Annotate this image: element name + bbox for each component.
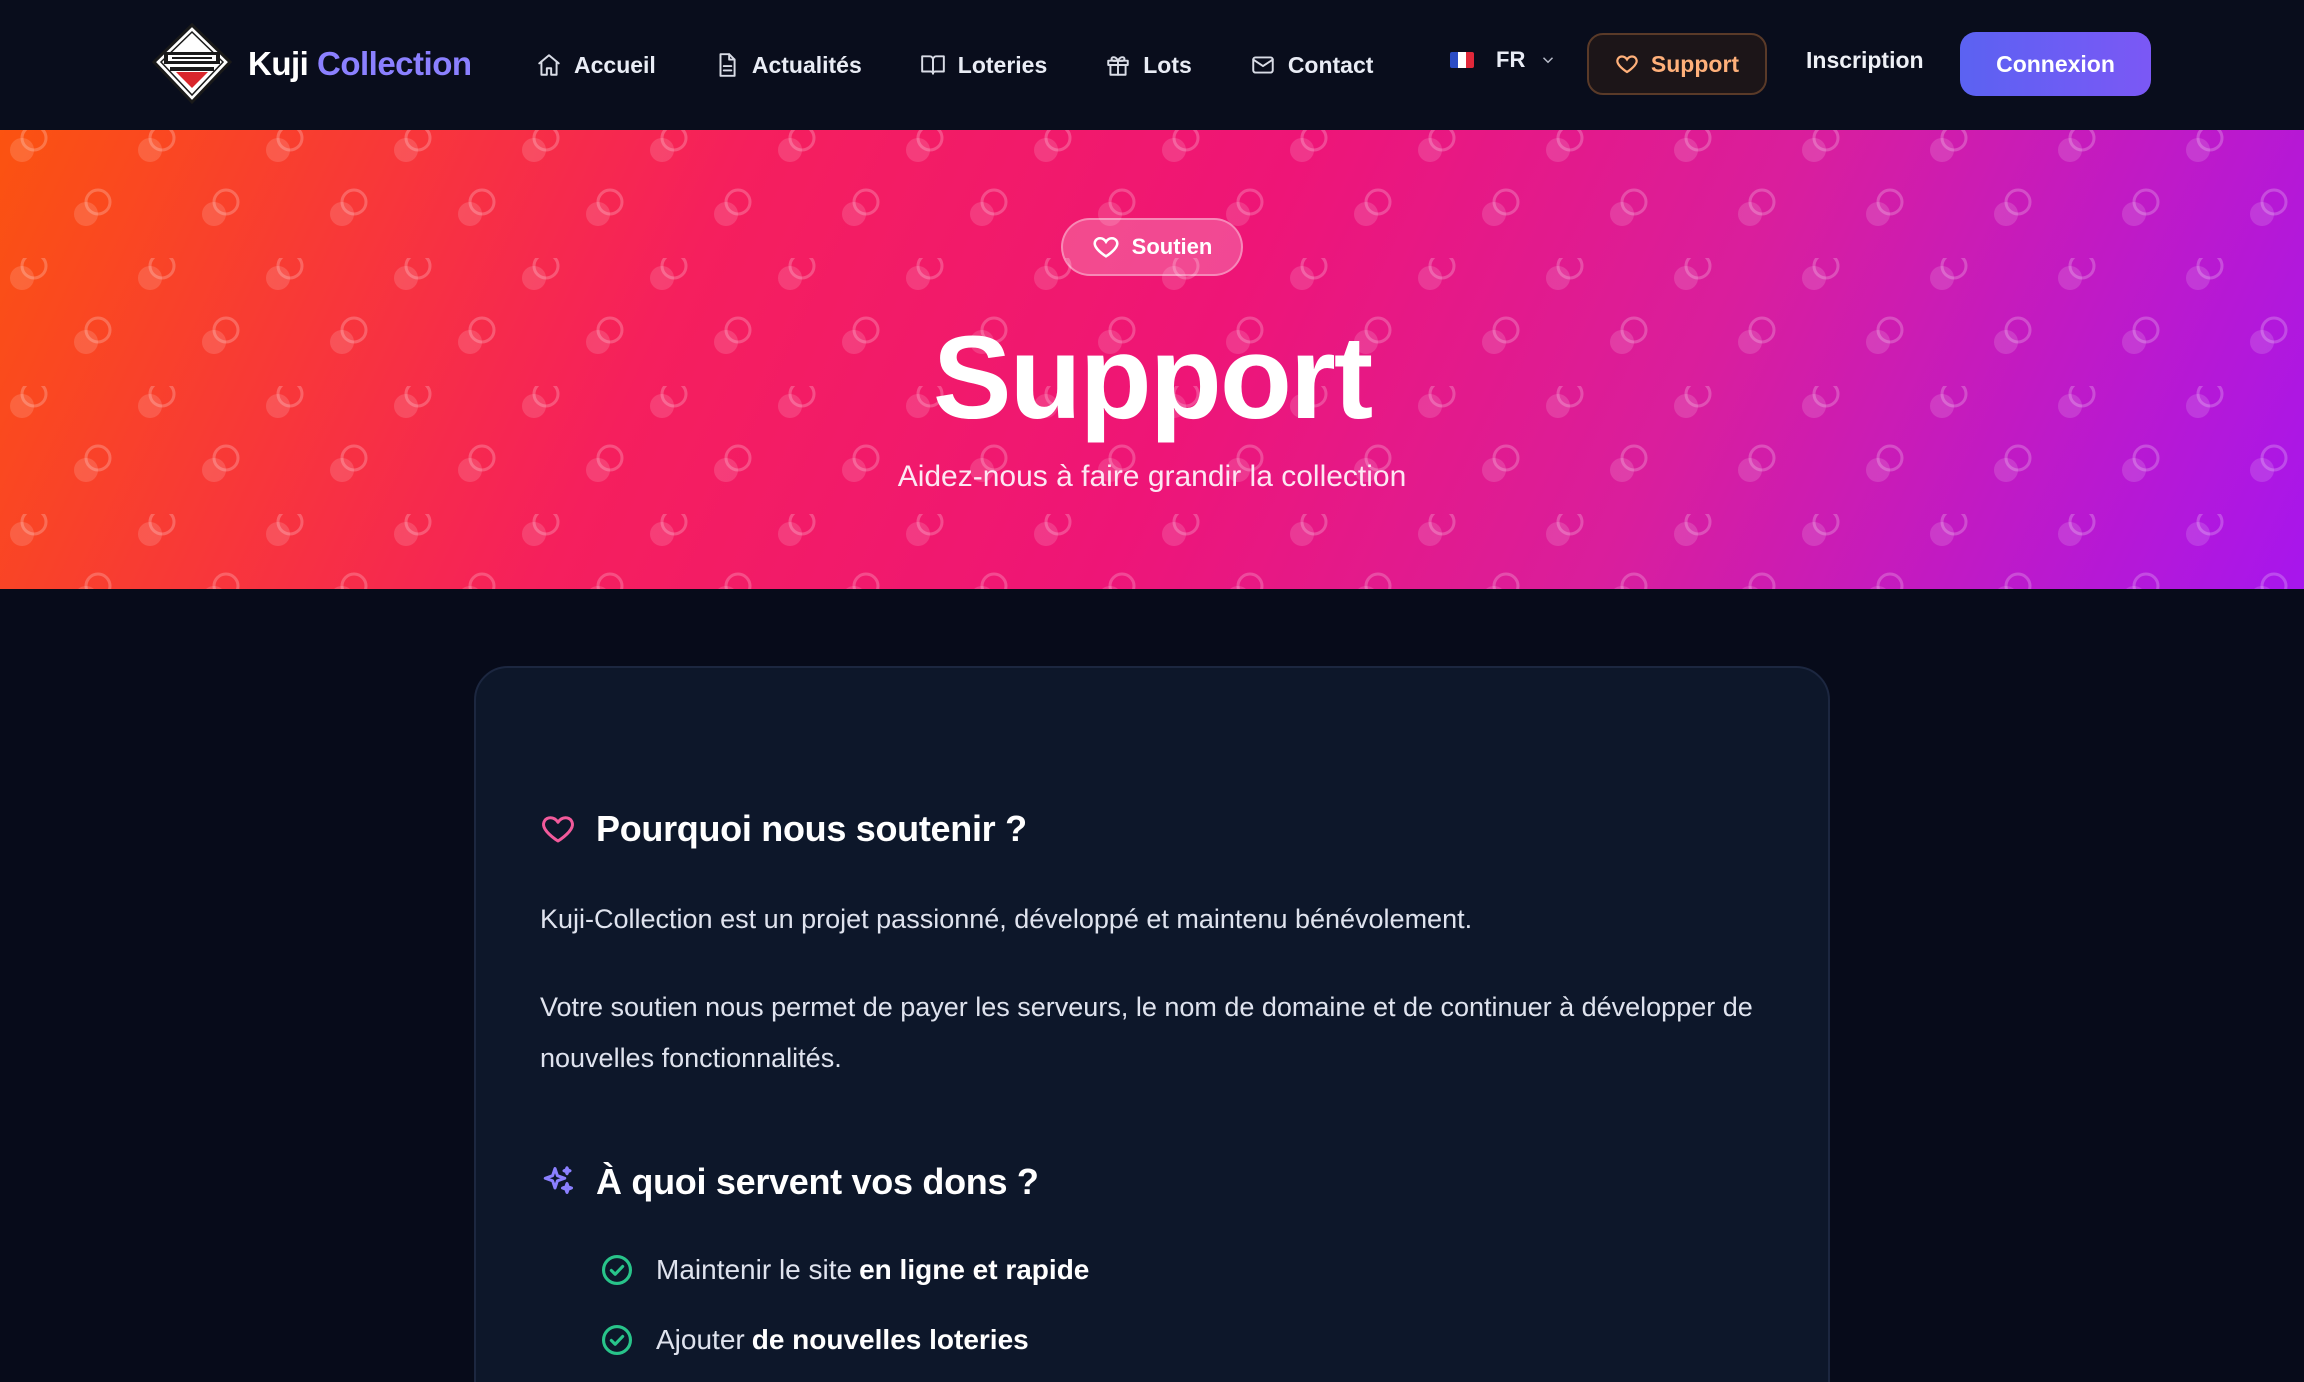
nav-item-loteries[interactable]: Loteries	[920, 52, 1047, 79]
list-item-emphasis: en ligne et rapide	[859, 1254, 1090, 1285]
sparkles-icon	[543, 1166, 573, 1194]
brand-name: Kuji Collection	[248, 45, 472, 83]
why-support-heading: Pourquoi nous soutenir ?	[540, 808, 1027, 850]
list-item: Maintenir le site en ligne et rapide	[600, 1253, 1089, 1287]
support-button-label: Support	[1650, 50, 1740, 77]
check-circle-icon	[601, 1254, 633, 1286]
support-content-card: Pourquoi nous soutenir ? Kuji-Collection…	[474, 666, 1830, 1382]
mail-icon	[1252, 56, 1274, 74]
language-selector[interactable]: FR	[1450, 47, 1557, 73]
brand-name-first: Kuji	[248, 45, 309, 82]
hero-badge: Soutien	[1061, 218, 1243, 276]
donation-use-heading: À quoi servent vos dons ?	[540, 1161, 1039, 1203]
signup-link[interactable]: Inscription	[1806, 47, 1924, 74]
why-support-title: Pourquoi nous soutenir ?	[596, 808, 1027, 849]
hero-badge-label: Soutien	[1131, 234, 1213, 259]
hero-banner: Soutien Support Aidez-nous à faire grand…	[0, 130, 2304, 589]
nav-item-label: Lots	[1143, 51, 1192, 78]
list-item-emphasis: de nouvelles loteries	[751, 1324, 1029, 1355]
top-navbar: Kuji Collection Accueil Actualités Loter…	[0, 0, 2304, 130]
list-item-text: Maintenir le site	[656, 1254, 853, 1285]
chevron-down-icon	[1543, 57, 1554, 64]
nav-item-label: Contact	[1287, 51, 1374, 78]
heart-icon	[1093, 236, 1119, 258]
heart-icon	[1616, 55, 1638, 74]
nav-item-label: Loteries	[957, 51, 1048, 78]
check-circle-icon	[601, 1324, 633, 1356]
nav-item-label: Accueil	[574, 51, 656, 78]
nav-item-contact[interactable]: Contact	[1250, 51, 1374, 79]
support-button[interactable]: Support	[1587, 33, 1767, 95]
nav-item-accueil[interactable]: Accueil	[536, 52, 656, 79]
kuji-logo-icon	[151, 22, 233, 105]
donation-use-title: À quoi servent vos dons ?	[596, 1161, 1039, 1202]
main-nav: Accueil Actualités Loteries Lots Contact	[536, 0, 1431, 130]
login-button[interactable]: Connexion	[1960, 32, 2151, 96]
heart-icon	[542, 816, 574, 843]
list-item: Ajouter de nouvelles loteries	[600, 1323, 1029, 1357]
document-icon	[719, 53, 736, 77]
france-flag-icon	[1450, 52, 1474, 68]
why-paragraph-2: Votre soutien nous permet de payer les s…	[540, 992, 1753, 1073]
nav-item-lots[interactable]: Lots	[1105, 52, 1192, 79]
list-item-text: Ajouter	[656, 1324, 745, 1355]
brand-name-second: Collection	[317, 45, 472, 82]
gift-icon	[1107, 56, 1129, 76]
home-icon	[538, 54, 560, 76]
why-paragraph-1: Kuji-Collection est un projet passionné,…	[540, 904, 1473, 934]
brand-link[interactable]: Kuji Collection	[150, 22, 472, 106]
nav-item-label: Actualités	[751, 51, 862, 78]
page-title: Support	[932, 312, 1373, 444]
page-subtitle: Aidez-nous à faire grandir la collection	[897, 460, 1407, 493]
language-code: FR	[1496, 47, 1526, 72]
book-open-icon	[920, 55, 945, 75]
nav-item-actualites[interactable]: Actualités	[714, 52, 862, 79]
